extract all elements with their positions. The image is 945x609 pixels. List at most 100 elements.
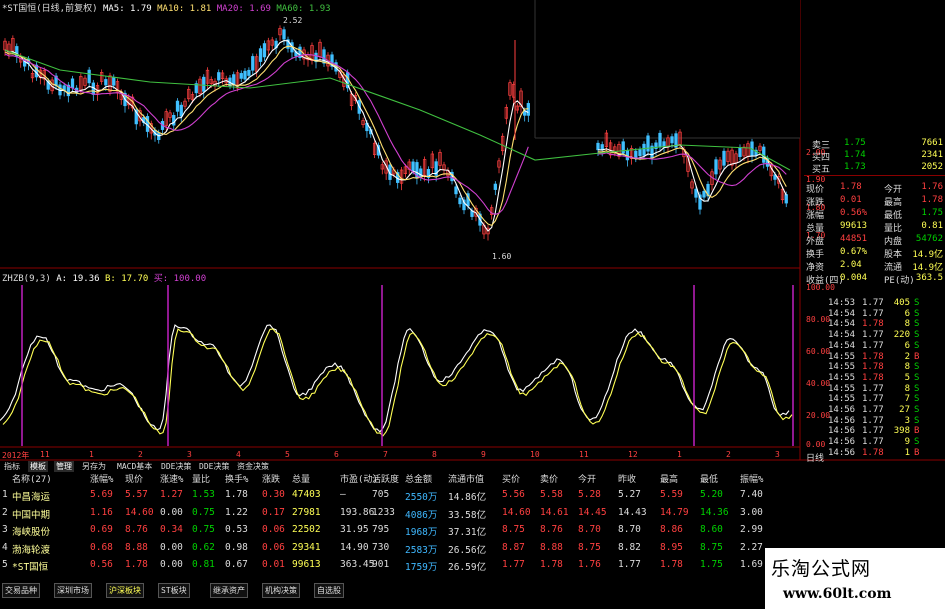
bottom-tab[interactable]: 自选股 [314,583,344,598]
column-header[interactable]: 涨跌 [262,472,280,485]
column-header[interactable]: 流通市值 [448,472,484,485]
candle-body [251,56,255,71]
quote-stat-row: 涨幅 0.56% 最低 1.75 [804,208,945,221]
table-cell-prev: 8.82 [618,541,641,553]
candle-body [202,76,206,92]
candle-body [658,132,662,148]
table-cell-act: 1233 [372,506,395,518]
table-cell-low: 5.20 [700,489,723,500]
column-header[interactable]: 最高 [660,472,678,485]
table-cell-high: 8.95 [660,541,683,553]
order-volume: 7661 [921,138,943,148]
table-cell-chg: 1.16 [90,506,113,518]
table-row[interactable]: 4 渤海轮渡 0.68 8.88 0.00 0.62 0.98 0.06 29341 14.90 7… [0,542,800,559]
candle-body [175,100,180,112]
tick-list[interactable]: 14:53 1.77 405 S 14:54 1.77 6 S 14:54 1.78 8 S 14:54… [804,298,945,460]
order-label: 买五 [812,165,831,175]
column-header[interactable]: 名称(27) [12,472,52,485]
indicator-tab[interactable]: 资金决策 [235,461,271,472]
tick-time: 14:55 [828,351,856,362]
column-header[interactable]: 涨幅% [90,472,113,485]
table-cell-diff: 0.06 [262,541,285,553]
table-cell-vr: 0.62 [192,541,215,553]
tick-side: S [914,319,920,330]
table-cell-spd: 1.27 [160,489,183,500]
column-header[interactable]: 总金额 [405,472,432,485]
table-row[interactable]: 3 海峡股份 0.69 8.76 0.34 0.75 0.53 0.06 22502 31.95 7… [0,524,800,541]
bottom-tab[interactable]: 沪深板块 [106,583,144,598]
table-cell-prev: 5.27 [618,489,641,500]
ma10-label: MA10: 1.81 [157,4,212,14]
order-book-row: 买五 1.73 2052 [804,162,945,175]
table-cell-pe: 363.45 [340,559,375,570]
high-price-annotation: 2.52 [283,16,303,25]
table-row[interactable]: 5 *ST国恒 0.56 1.78 0.00 0.81 0.67 0.01 99613 363.4… [0,559,800,576]
table-cell-pe: 193.86 [340,506,375,518]
table-cell-vol: 29341 [292,541,321,553]
indicator-tab[interactable]: MACD基本 [115,461,154,472]
column-header[interactable]: 振幅% [740,472,763,485]
column-header[interactable]: 总量 [292,472,310,485]
candle-body [646,135,650,152]
column-header[interactable]: 涨速% [160,472,183,485]
x-axis-day-label: 8 [432,450,437,459]
tick-volume: 220 [893,330,910,341]
table-cell-turn: 1.78 [225,489,248,500]
table-cell-turn: 0.67 [225,559,248,570]
tick-side: S [914,362,920,373]
tick-volume: 1 [904,447,910,458]
bottom-tab[interactable]: 机构决策 [262,583,300,598]
table-row[interactable]: 1 中昌海运 5.69 5.57 1.27 1.53 1.78 0.30 47403 — 705 25… [0,489,800,506]
stat-label: PE(动) [884,276,915,286]
bottom-tab[interactable]: 继承资产 [210,583,248,598]
x-axis-day-label: 9 [481,450,486,459]
tick-price: 1.78 [862,319,884,330]
table-cell-bid: 8.75 [502,524,525,535]
stock-table: 名称(27) 涨幅% 现价 涨速% 量比 换手% 涨跌 总量 市盈(动) 活跃度 总金额 流通市值 买价… [0,472,800,577]
bottom-tab[interactable]: ST板块 [158,583,190,598]
column-header[interactable]: 买价 [502,472,520,485]
quote-divider [804,175,945,176]
candle-body [722,150,726,166]
quote-stat-row: 外盘 44851 内盘 54762 [804,234,945,247]
x-axis-day-label: 11 [579,450,589,459]
indicator-tab[interactable]: DDE决策 [197,461,231,472]
table-cell-ask: 1.78 [540,559,563,570]
table-row[interactable]: 2 中国中期 1.16 14.60 0.00 0.75 1.22 0.17 27981 193.8… [0,507,800,524]
indicator-tab[interactable]: DDE决策 [159,461,193,472]
candle-body [239,73,243,79]
indicator-tab[interactable]: 模板 [28,461,48,472]
bottom-tab[interactable]: 交易品种 [2,583,40,598]
stat-value: 14.9亿 [912,250,943,260]
column-header[interactable]: 量比 [192,472,210,485]
indicator-tab[interactable]: 另存为 [80,461,108,472]
tick-price: 1.77 [862,394,884,405]
column-header[interactable]: 现价 [125,472,143,485]
indicator-name[interactable]: ZHZB(9,3) [2,274,51,284]
table-cell-amp: 2.99 [740,524,763,535]
column-header[interactable]: 今开 [578,472,596,485]
candle-body [232,74,236,85]
table-cell-bid: 1.77 [502,559,525,570]
table-cell-amt: 2550万 [405,492,438,503]
column-header[interactable]: 卖价 [540,472,558,485]
column-header[interactable]: 换手% [225,472,248,485]
tick-time: 14:56 [828,447,856,458]
tick-volume: 8 [904,319,910,330]
tick-volume: 7 [904,394,910,405]
tick-time: 14:56 [828,437,856,448]
column-header[interactable]: 活跃度 [372,472,399,485]
watermark-title: 乐淘公式网 [771,558,872,580]
indicator-tab[interactable]: 管理 [54,461,74,472]
column-header[interactable]: 昨收 [618,472,636,485]
candle-body [702,190,706,198]
table-cell-open: 1.76 [578,559,601,570]
candle-body [596,142,600,151]
tick-volume: 6 [904,308,910,319]
quote-stat-row: 收益(四) 0.004 PE(动) 363.5 [804,273,945,286]
table-cell-ask: 14.61 [540,506,569,518]
indicator-tab[interactable]: 指标 [2,461,22,472]
stat-value: 99613 [840,221,868,231]
column-header[interactable]: 最低 [700,472,718,485]
bottom-tab[interactable]: 深圳市场 [54,583,92,598]
